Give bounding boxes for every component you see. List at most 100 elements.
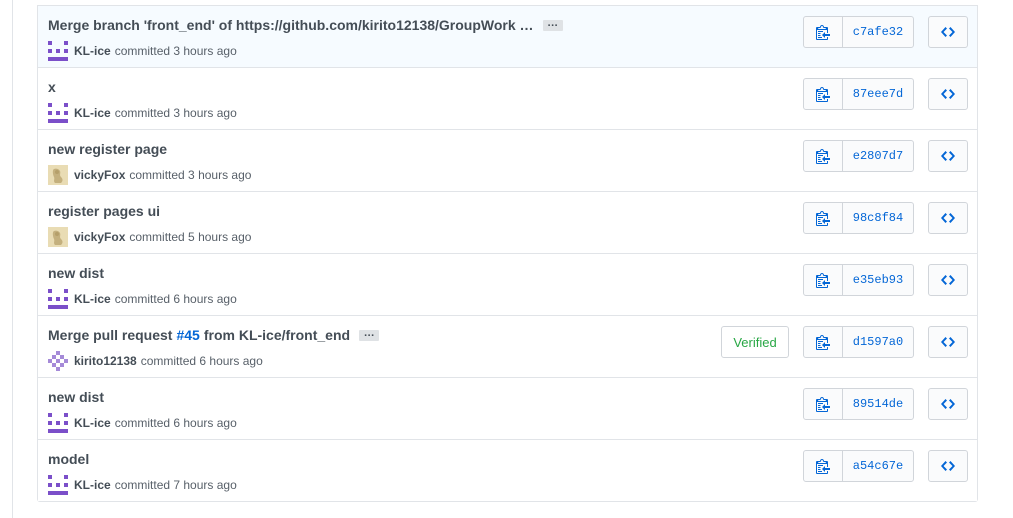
commit-message[interactable]: new dist xyxy=(48,265,104,281)
commit-sha-link[interactable]: e35eb93 xyxy=(843,265,913,295)
code-icon xyxy=(941,275,955,285)
commit-message[interactable]: x xyxy=(48,79,56,95)
sha-button-group: d1597a0 xyxy=(803,326,914,358)
sha-button-group: c7afe32 xyxy=(803,16,914,48)
avatar[interactable] xyxy=(48,103,68,123)
commit-author[interactable]: KL-ice xyxy=(74,106,111,120)
commit-message[interactable]: register pages ui xyxy=(48,203,160,219)
commit-sha-link[interactable]: e2807d7 xyxy=(843,141,913,171)
code-icon xyxy=(941,213,955,223)
commit-author[interactable]: vickyFox xyxy=(74,168,125,182)
clippy-icon xyxy=(816,459,830,474)
avatar[interactable] xyxy=(48,289,68,309)
avatar[interactable] xyxy=(48,475,68,495)
commit-meta: KL-ice committed 3 hours ago xyxy=(48,41,237,61)
commit-sha-link[interactable]: d1597a0 xyxy=(843,327,913,357)
browse-repo-button[interactable] xyxy=(928,202,968,234)
avatar[interactable] xyxy=(48,351,68,371)
sha-button-group: e2807d7 xyxy=(803,140,914,172)
avatar[interactable] xyxy=(48,165,68,185)
copy-sha-button[interactable] xyxy=(804,327,843,357)
commit-title[interactable]: new register page xyxy=(48,141,167,157)
copy-sha-button[interactable] xyxy=(804,389,843,419)
commit-sha-link[interactable]: a54c67e xyxy=(843,451,913,481)
copy-sha-button[interactable] xyxy=(804,79,843,109)
browse-repo-button[interactable] xyxy=(928,264,968,296)
avatar[interactable] xyxy=(48,227,68,247)
commit-time: committed 5 hours ago xyxy=(129,230,252,244)
commit-row: x KL-ice committed 3 hours ago 87eee7d xyxy=(38,67,977,129)
commit-title[interactable]: Merge branch 'front_end' of https://gith… xyxy=(48,17,534,33)
commit-message[interactable]: Merge branch 'front_end' of https://gith… xyxy=(48,17,563,33)
commit-sha-link[interactable]: c7afe32 xyxy=(843,17,913,47)
code-icon xyxy=(941,461,955,471)
browse-repo-button[interactable] xyxy=(928,78,968,110)
code-icon xyxy=(941,89,955,99)
commit-time: committed 6 hours ago xyxy=(114,416,237,430)
commit-row: new dist KL-ice committed 6 hours ago e3… xyxy=(38,253,977,315)
clippy-icon xyxy=(816,273,830,288)
sha-button-group: 87eee7d xyxy=(803,78,914,110)
avatar[interactable] xyxy=(48,41,68,61)
copy-sha-button[interactable] xyxy=(804,451,843,481)
commit-title-prefix[interactable]: Merge pull request xyxy=(48,327,172,343)
commit-message[interactable]: Merge pull request #45 from KL-ice/front… xyxy=(48,327,380,343)
browse-repo-button[interactable] xyxy=(928,450,968,482)
clippy-icon xyxy=(816,397,830,412)
browse-repo-button[interactable] xyxy=(928,16,968,48)
commit-message[interactable]: new register page xyxy=(48,141,167,157)
commit-meta: KL-ice committed 7 hours ago xyxy=(48,475,237,495)
commit-row: new dist KL-ice committed 6 hours ago 89… xyxy=(38,377,977,439)
commit-meta: vickyFox committed 3 hours ago xyxy=(48,165,251,185)
commit-list: Merge branch 'front_end' of https://gith… xyxy=(37,5,978,502)
copy-sha-button[interactable] xyxy=(804,17,843,47)
commit-row: new register page vickyFox committed 3 h… xyxy=(38,129,977,191)
copy-sha-button[interactable] xyxy=(804,203,843,233)
clippy-icon xyxy=(816,149,830,164)
sha-button-group: a54c67e xyxy=(803,450,914,482)
commit-message[interactable]: new dist xyxy=(48,389,104,405)
commit-author[interactable]: KL-ice xyxy=(74,416,111,430)
expand-description-button[interactable]: … xyxy=(359,327,380,341)
timeline-rule xyxy=(12,0,13,518)
clippy-icon xyxy=(816,211,830,226)
sha-button-group: 89514de xyxy=(803,388,914,420)
commit-sha-link[interactable]: 98c8f84 xyxy=(843,203,913,233)
commit-author[interactable]: vickyFox xyxy=(74,230,125,244)
commit-row: register pages ui vickyFox committed 5 h… xyxy=(38,191,977,253)
commit-sha-link[interactable]: 87eee7d xyxy=(843,79,913,109)
commit-sha-link[interactable]: 89514de xyxy=(843,389,913,419)
commit-author[interactable]: KL-ice xyxy=(74,44,111,58)
copy-sha-button[interactable] xyxy=(804,265,843,295)
clippy-icon xyxy=(816,87,830,102)
pull-request-link[interactable]: #45 xyxy=(176,327,199,343)
commit-title[interactable]: register pages ui xyxy=(48,203,160,219)
code-icon xyxy=(941,27,955,37)
commit-title[interactable]: x xyxy=(48,79,56,95)
commit-author[interactable]: KL-ice xyxy=(74,478,111,492)
expand-description-button[interactable]: … xyxy=(542,17,563,31)
commit-row: Merge branch 'front_end' of https://gith… xyxy=(38,5,977,67)
commit-time: committed 6 hours ago xyxy=(114,292,237,306)
code-icon xyxy=(941,337,955,347)
code-icon xyxy=(941,399,955,409)
copy-sha-button[interactable] xyxy=(804,141,843,171)
commit-message[interactable]: model xyxy=(48,451,89,467)
browse-repo-button[interactable] xyxy=(928,326,968,358)
clippy-icon xyxy=(816,25,830,40)
sha-button-group: e35eb93 xyxy=(803,264,914,296)
commit-row: Merge pull request #45 from KL-ice/front… xyxy=(38,315,977,377)
commit-title[interactable]: new dist xyxy=(48,389,104,405)
browse-repo-button[interactable] xyxy=(928,140,968,172)
verified-badge[interactable]: Verified xyxy=(721,326,789,358)
commit-author[interactable]: kirito12138 xyxy=(74,354,137,368)
commit-author[interactable]: KL-ice xyxy=(74,292,111,306)
commit-title[interactable]: model xyxy=(48,451,89,467)
commit-title[interactable]: new dist xyxy=(48,265,104,281)
sha-button-group: 98c8f84 xyxy=(803,202,914,234)
commit-time: committed 6 hours ago xyxy=(140,354,263,368)
browse-repo-button[interactable] xyxy=(928,388,968,420)
commit-meta: vickyFox committed 5 hours ago xyxy=(48,227,251,247)
avatar[interactable] xyxy=(48,413,68,433)
commit-title-suffix[interactable]: from KL-ice/front_end xyxy=(204,327,350,343)
